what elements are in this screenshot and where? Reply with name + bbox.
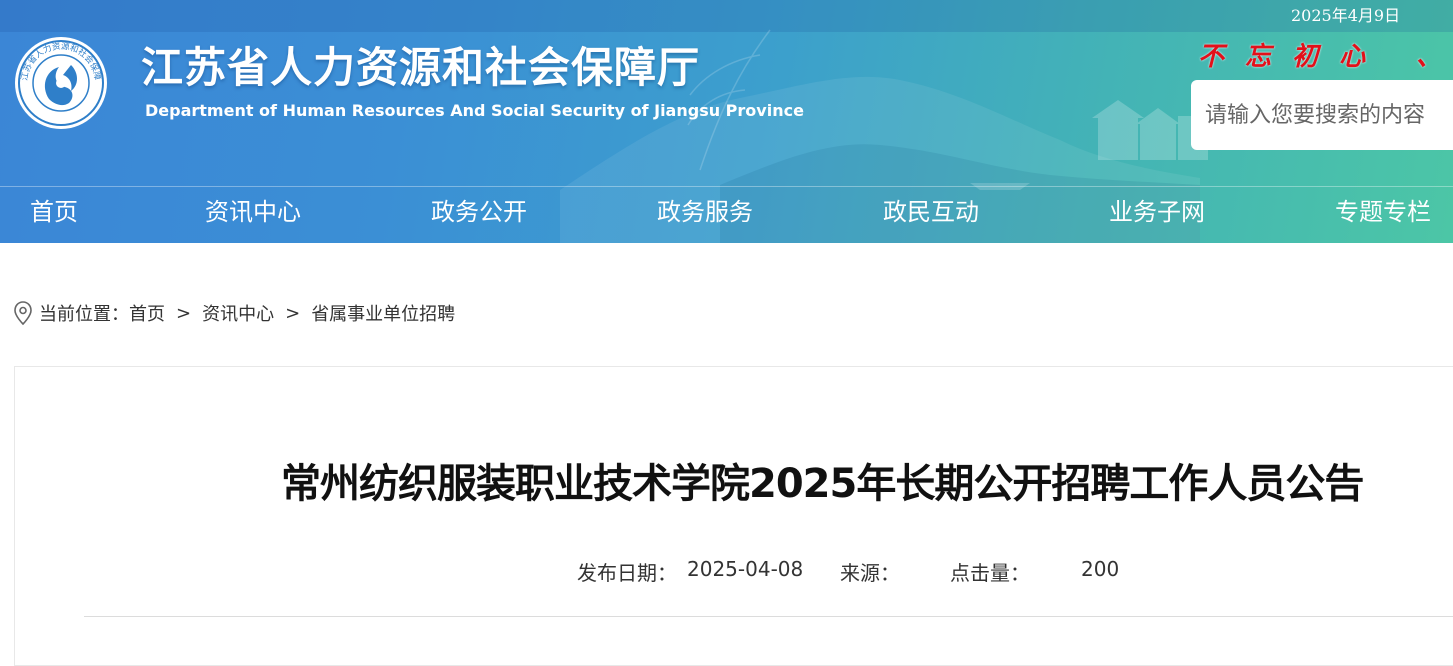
nav-item-special-topics[interactable]: 专题专栏: [1335, 192, 1431, 227]
nav-item-news-center[interactable]: 资讯中心: [205, 192, 301, 227]
source-label: 来源：: [840, 561, 900, 585]
nav-divider: [0, 186, 1453, 187]
site-subtitle: Department of Human Resources And Social…: [145, 101, 804, 120]
nav-item-home[interactable]: 首页: [30, 192, 78, 227]
meta-divider: [84, 616, 1453, 617]
search-box[interactable]: [1191, 80, 1453, 150]
nav-item-government-affairs-disclosure[interactable]: 政务公开: [431, 192, 527, 227]
location-pin-icon: [14, 301, 32, 326]
current-date: 2025年4月9日: [1291, 6, 1401, 25]
site-title: 江苏省人力资源和社会保障厅: [141, 43, 701, 92]
breadcrumb-link-news-center[interactable]: 资讯中心: [202, 300, 274, 326]
breadcrumb-separator: >: [176, 302, 192, 324]
nav-item-business-subsites[interactable]: 业务子网: [1109, 192, 1205, 227]
main-nav: 首页 资讯中心 政务公开 政务服务 政民互动 业务子网 专题专栏: [0, 188, 1453, 236]
hits-count: 200: [1081, 557, 1120, 581]
breadcrumb-separator: >: [285, 302, 301, 324]
site-header: 2025年4月9日 江苏省人力资源和社会保障厅 江苏省人力资源和社会保障厅 De…: [0, 0, 1453, 243]
slogan-text: 不忘初心 、: [1198, 42, 1453, 72]
article-container: [14, 366, 1453, 666]
article-title: 常州纺织服装职业技术学院2025年长期公开招聘工作人员公告: [281, 461, 1364, 507]
breadcrumb: 当前位置： 首页 > 资讯中心 > 省属事业单位招聘: [13, 300, 455, 326]
nav-item-government-services[interactable]: 政务服务: [657, 192, 753, 227]
breadcrumb-prefix: 当前位置：: [39, 304, 129, 325]
publish-date-value: 2025-04-08: [687, 557, 804, 581]
nav-item-public-interaction[interactable]: 政民互动: [883, 192, 979, 227]
department-logo-icon: 江苏省人力资源和社会保障厅: [13, 35, 107, 129]
breadcrumb-link-home[interactable]: 首页: [129, 300, 165, 326]
hits-label: 点击量：: [950, 561, 1030, 585]
publish-date-label: 发布日期：: [577, 561, 677, 585]
breadcrumb-link-current-category[interactable]: 省属事业单位招聘: [311, 300, 455, 326]
search-input[interactable]: [1205, 102, 1453, 128]
